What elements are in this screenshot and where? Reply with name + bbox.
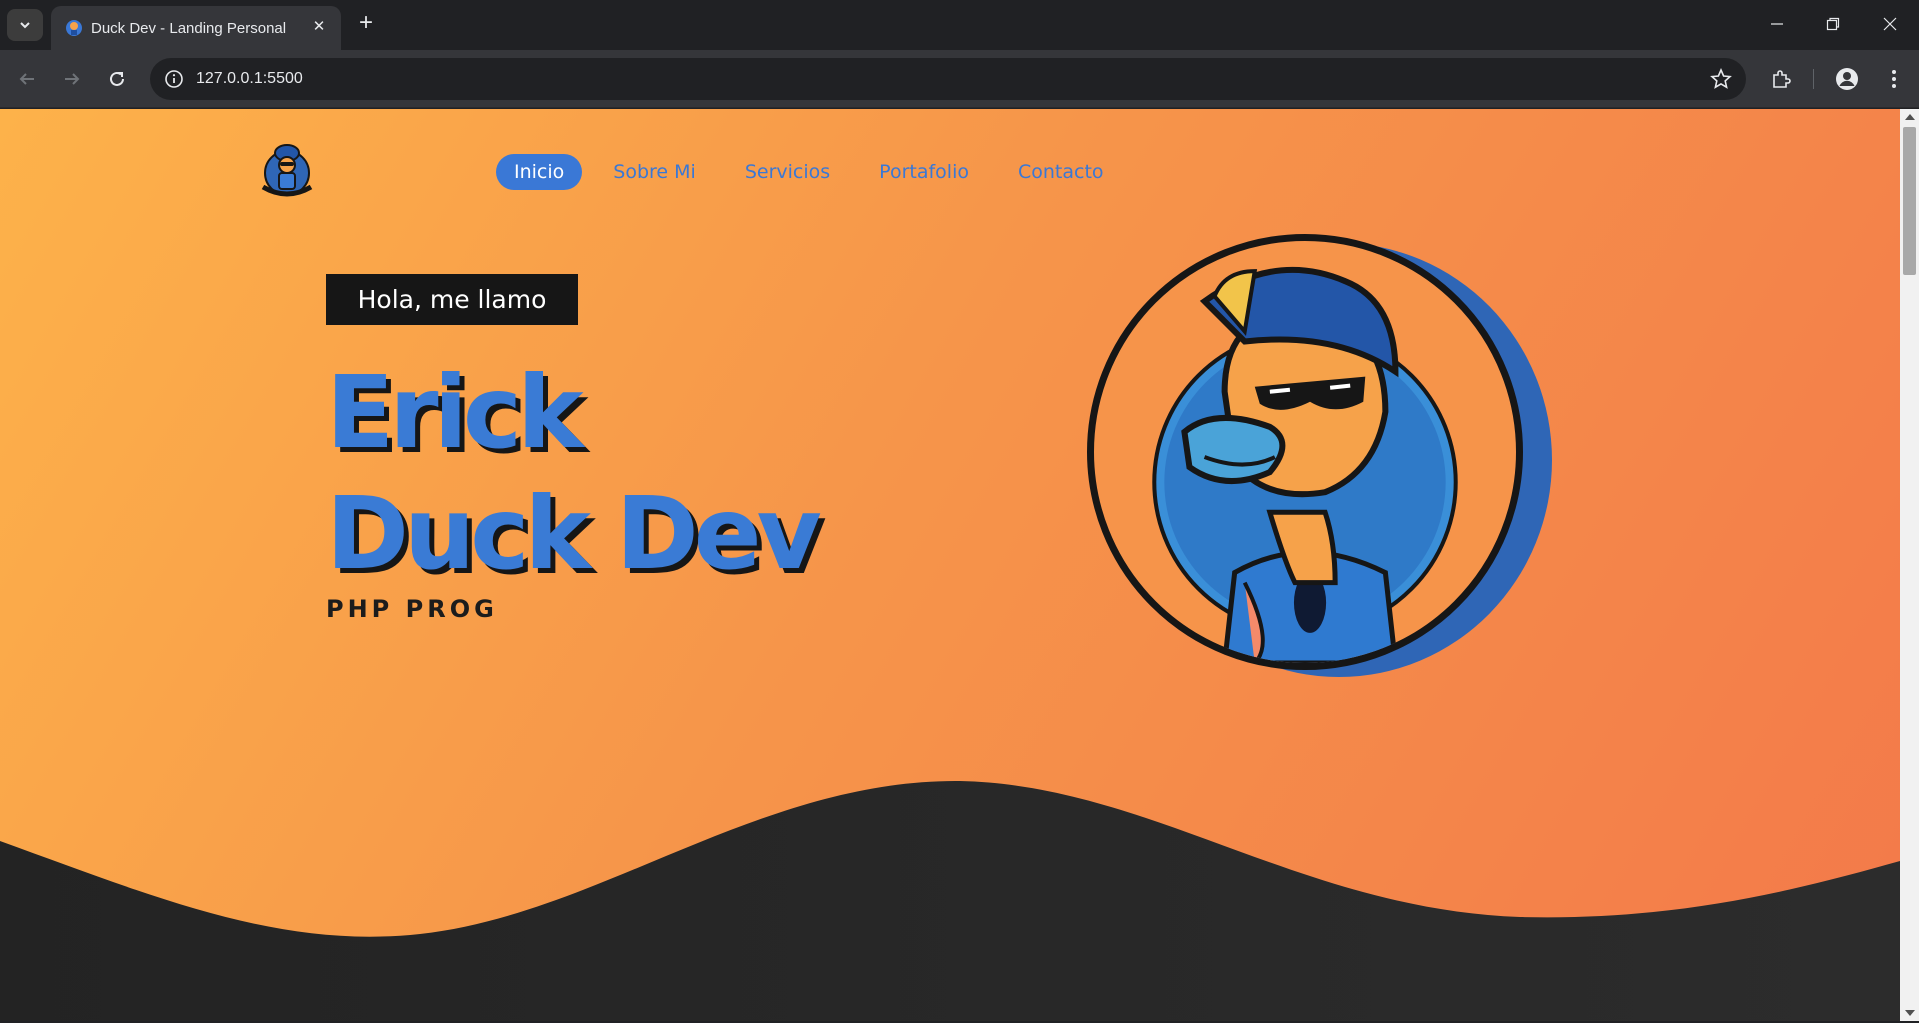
address-bar[interactable]: 127.0.0.1:5500: [150, 58, 1746, 100]
wave-divider: [0, 780, 1900, 1021]
browser-tab-strip: Duck Dev - Landing Personal ✕ +: [0, 0, 1919, 50]
page-viewport: Inicio Sobre Mi Servicios Portafolio Con…: [0, 109, 1900, 1021]
duck-favicon-icon: [66, 20, 82, 36]
extensions-icon[interactable]: [1767, 65, 1795, 93]
tab-title: Duck Dev - Landing Personal: [91, 20, 287, 37]
browser-toolbar: 127.0.0.1:5500: [0, 50, 1919, 108]
tab-search-button[interactable]: [7, 9, 43, 41]
chevron-down-icon: [20, 22, 30, 29]
plus-icon[interactable]: +: [352, 10, 380, 38]
back-arrow-icon[interactable]: [11, 63, 43, 95]
site-info-icon[interactable]: [164, 69, 184, 89]
reload-icon[interactable]: [101, 63, 133, 95]
browser-tab[interactable]: Duck Dev - Landing Personal ✕: [51, 6, 341, 50]
page-scrollbar[interactable]: [1900, 109, 1919, 1021]
scroll-down-arrow-icon[interactable]: [1905, 1010, 1915, 1016]
window-close-icon[interactable]: [1870, 8, 1910, 40]
kebab-menu-icon[interactable]: [1880, 65, 1908, 93]
toolbar-divider: [1813, 69, 1814, 89]
restore-icon[interactable]: [1813, 8, 1853, 40]
minimize-icon[interactable]: [1757, 8, 1797, 40]
bookmark-star-icon[interactable]: [1710, 68, 1732, 90]
url-text: 127.0.0.1:5500: [196, 70, 303, 87]
scrollbar-thumb[interactable]: [1903, 127, 1916, 275]
scroll-up-arrow-icon[interactable]: [1905, 114, 1915, 120]
profile-icon[interactable]: [1833, 65, 1861, 93]
close-icon[interactable]: ✕: [309, 17, 329, 37]
forward-arrow-icon[interactable]: [56, 63, 88, 95]
